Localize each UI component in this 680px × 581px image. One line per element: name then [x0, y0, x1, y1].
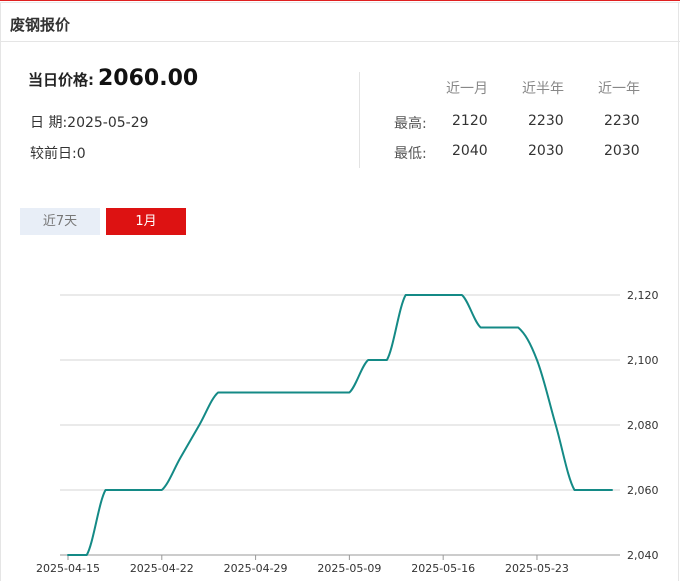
stats-low-label: 最低: [394, 146, 427, 162]
price-change: 较前日:0 [30, 143, 86, 163]
stats-column-month: 近一月 [446, 81, 488, 97]
y-tick-label: 2,120 [627, 289, 659, 302]
stats-low-year: 2030 [604, 143, 640, 159]
date-value: 2025-05-29 [67, 115, 149, 131]
stats-high-halfyear: 2230 [528, 113, 564, 129]
y-tick-label: 2,080 [627, 419, 659, 432]
stats-high-year: 2230 [604, 113, 640, 129]
x-tick-label: 2025-05-16 [411, 562, 475, 575]
stats-high-label: 最高: [394, 116, 427, 132]
date-label: 日 期: [30, 115, 68, 131]
x-tick-label: 2025-04-29 [224, 562, 288, 575]
tab-7-days[interactable]: 近7天 [20, 208, 100, 235]
diff-label: 较前日: [30, 146, 77, 162]
diff-value: 0 [76, 146, 86, 162]
y-tick-label: 2,040 [627, 549, 659, 562]
stats-high-month: 2120 [452, 113, 488, 129]
price-value: 2060.00 [98, 66, 199, 91]
stats-column-halfyear: 近半年 [522, 81, 564, 97]
panel-title: 废钢报价 [10, 16, 71, 34]
stats-low-month: 2040 [452, 143, 488, 159]
y-tick-label: 2,100 [627, 354, 659, 367]
panel-header: 废钢报价 [0, 4, 680, 42]
current-price: 当日价格: 2060.00 [28, 66, 198, 91]
price-line-chart: 2,040 2,060 2,080 2,100 2,120 2025-04-15 2025… [36, 289, 659, 575]
price-date: 日 期:2025-05-29 [30, 112, 149, 132]
x-tick-label: 2025-04-22 [130, 562, 194, 575]
price-label: 当日价格: [28, 71, 94, 89]
x-tick-label: 2025-04-15 [36, 562, 100, 575]
tab-1-month[interactable]: 1月 [106, 208, 186, 235]
x-tick-label: 2025-05-09 [317, 562, 381, 575]
stats-column-year: 近一年 [598, 81, 640, 97]
x-tick-label: 2025-05-23 [505, 562, 569, 575]
vertical-divider [359, 72, 360, 168]
y-tick-label: 2,060 [627, 484, 659, 497]
stats-low-halfyear: 2030 [528, 143, 564, 159]
